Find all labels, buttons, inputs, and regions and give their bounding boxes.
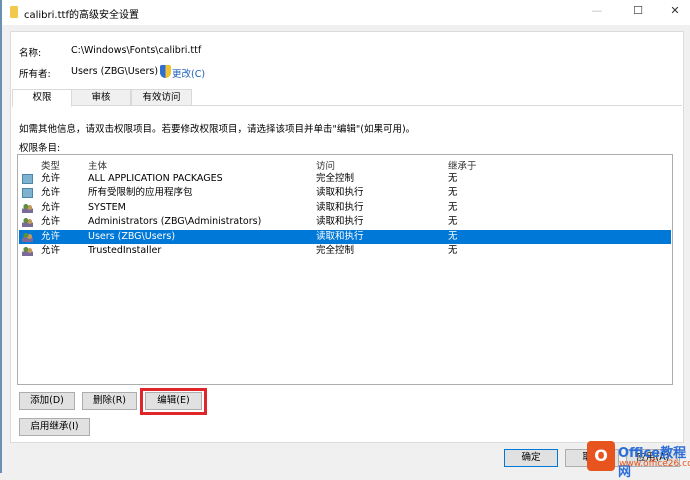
cell-access: 读取和执行 <box>316 216 364 228</box>
cell-access: 读取和执行 <box>316 230 364 242</box>
package-icon <box>22 188 33 199</box>
column-type[interactable]: 类型 <box>41 158 60 172</box>
cell-type: 允许 <box>41 201 61 213</box>
change-owner-link[interactable]: 更改(C) <box>172 66 205 80</box>
name-label: 名称: <box>19 48 42 59</box>
package-icon <box>22 174 33 184</box>
owner-label: 所有者: <box>19 69 51 80</box>
cell-access: 读取和执行 <box>316 187 364 199</box>
highlight-box <box>140 388 207 415</box>
cell-access: 完全控制 <box>316 245 355 256</box>
ok-button[interactable]: 确定 <box>504 449 558 467</box>
window-title: calibri.ttf的高级安全设置 <box>24 10 139 21</box>
name-value: C:\Windows\Fonts\calibri.ttf <box>71 45 202 56</box>
uac-shield-icon <box>160 65 171 78</box>
maximize-button[interactable]: ☐ <box>629 4 647 20</box>
users-icon <box>22 217 33 228</box>
users-icon <box>22 246 33 256</box>
cell-access: 完全控制 <box>316 173 355 184</box>
cell-inherited: 无 <box>448 230 458 242</box>
add-button[interactable]: 添加(D) <box>19 392 75 410</box>
owner-value: Users (ZBG\Users) <box>71 66 159 77</box>
cell-type: 允许 <box>41 187 61 199</box>
cell-principal: SYSTEM <box>88 201 126 213</box>
table-row[interactable]: 允许 ALL APPLICATION PACKAGES 完全控制 无 <box>19 172 671 186</box>
permission-entries-list[interactable]: 类型 主体 访问 继承于 允许 ALL APPLICATION PACKAGES… <box>17 154 673 385</box>
tab-auditing[interactable]: 审核 <box>71 89 131 106</box>
cell-access: 读取和执行 <box>316 201 364 213</box>
table-row[interactable]: 允许 TrustedInstaller 完全控制 无 <box>19 244 671 258</box>
cell-type: 允许 <box>41 230 61 242</box>
cell-principal: Users (ZBG\Users) <box>88 230 176 242</box>
office-logo-icon: O <box>587 441 615 471</box>
close-button[interactable]: ✕ <box>666 4 684 20</box>
cell-inherited: 无 <box>448 187 458 199</box>
cell-type: 允许 <box>41 173 61 184</box>
column-principal[interactable]: 主体 <box>88 158 107 172</box>
watermark-url: www.office26.com <box>619 459 690 469</box>
cell-inherited: 无 <box>448 216 458 228</box>
hint-text: 如需其他信息，请双击权限项目。若要修改权限项目，请选择该项目并单击"编辑"(如果… <box>19 124 416 135</box>
cell-principal: 所有受限制的应用程序包 <box>88 187 193 199</box>
tab-effective-access[interactable]: 有效访问 <box>131 89 192 106</box>
cell-principal: TrustedInstaller <box>88 245 162 256</box>
cell-inherited: 无 <box>448 245 458 256</box>
table-row[interactable]: 允许 Administrators (ZBG\Administrators) 读… <box>19 215 671 229</box>
column-access[interactable]: 访问 <box>316 158 335 172</box>
cell-type: 允许 <box>41 245 61 256</box>
cell-principal: Administrators (ZBG\Administrators) <box>88 216 262 228</box>
cell-inherited: 无 <box>448 173 458 184</box>
table-row[interactable]: 允许 Users (ZBG\Users) 读取和执行 无 <box>19 229 671 244</box>
enable-inheritance-button[interactable]: 启用继承(I) <box>19 418 90 436</box>
cell-type: 允许 <box>41 216 61 228</box>
users-icon <box>22 231 33 242</box>
minimize-button[interactable]: — <box>588 4 606 20</box>
column-inherited[interactable]: 继承于 <box>448 158 477 172</box>
remove-button[interactable]: 删除(R) <box>82 392 137 410</box>
table-row[interactable]: 允许 所有受限制的应用程序包 读取和执行 无 <box>19 186 671 200</box>
entries-label: 权限条目: <box>19 143 61 154</box>
tab-permissions[interactable]: 权限 <box>12 89 72 107</box>
cell-principal: ALL APPLICATION PACKAGES <box>88 173 223 184</box>
cell-inherited: 无 <box>448 201 458 213</box>
users-icon <box>22 202 33 213</box>
table-row[interactable]: 允许 SYSTEM 读取和执行 无 <box>19 201 671 215</box>
folder-icon <box>10 6 18 18</box>
